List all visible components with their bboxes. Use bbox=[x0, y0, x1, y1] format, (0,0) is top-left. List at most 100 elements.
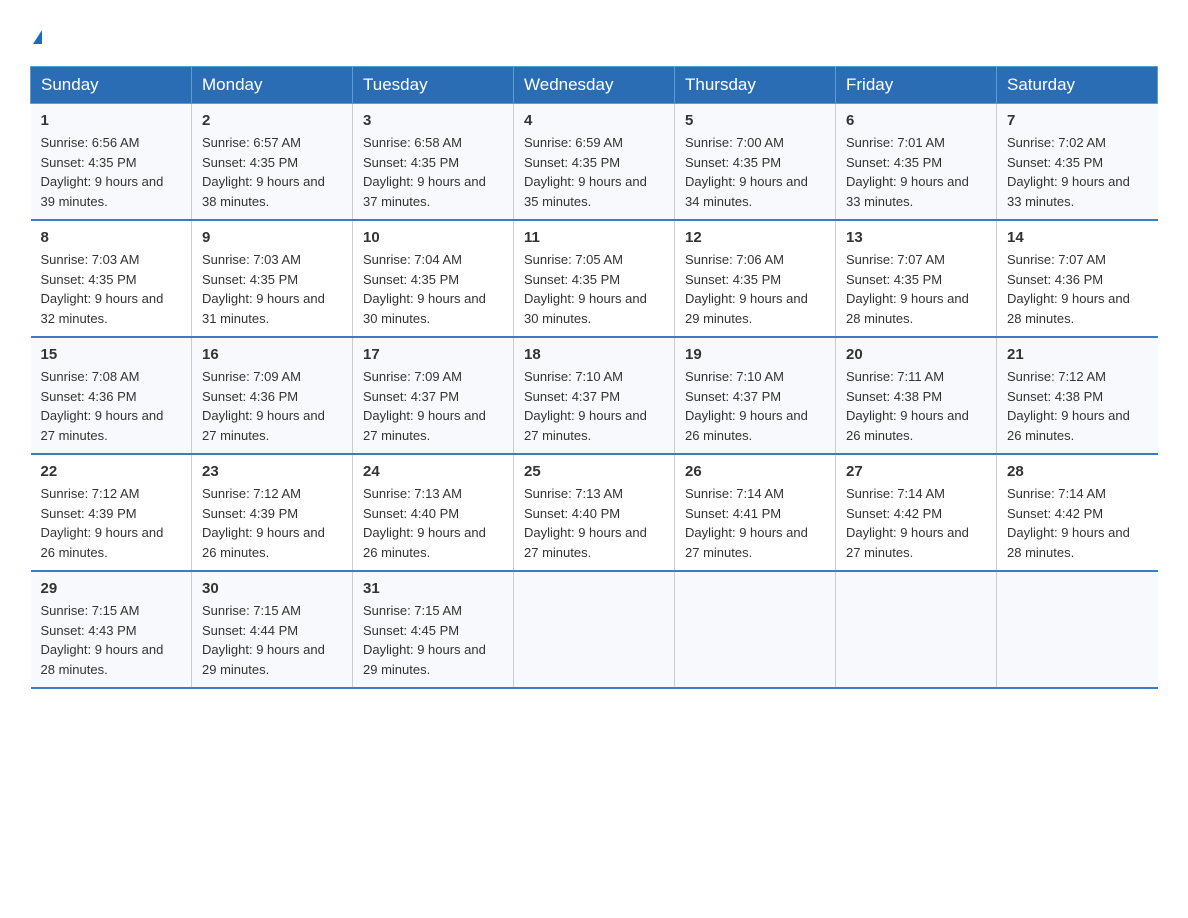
calendar-cell: 24 Sunrise: 7:13 AM Sunset: 4:40 PM Dayl… bbox=[353, 454, 514, 571]
day-info: Sunrise: 7:11 AM Sunset: 4:38 PM Dayligh… bbox=[846, 367, 986, 445]
day-number: 19 bbox=[685, 346, 825, 363]
header-monday: Monday bbox=[192, 67, 353, 104]
day-info: Sunrise: 7:02 AM Sunset: 4:35 PM Dayligh… bbox=[1007, 133, 1148, 211]
header-friday: Friday bbox=[836, 67, 997, 104]
day-info: Sunrise: 7:07 AM Sunset: 4:35 PM Dayligh… bbox=[846, 250, 986, 328]
day-info: Sunrise: 7:15 AM Sunset: 4:44 PM Dayligh… bbox=[202, 601, 342, 679]
calendar-cell: 23 Sunrise: 7:12 AM Sunset: 4:39 PM Dayl… bbox=[192, 454, 353, 571]
calendar-cell bbox=[675, 571, 836, 688]
calendar-cell: 3 Sunrise: 6:58 AM Sunset: 4:35 PM Dayli… bbox=[353, 104, 514, 221]
day-number: 8 bbox=[41, 229, 182, 246]
calendar-cell: 9 Sunrise: 7:03 AM Sunset: 4:35 PM Dayli… bbox=[192, 220, 353, 337]
day-info: Sunrise: 7:13 AM Sunset: 4:40 PM Dayligh… bbox=[363, 484, 503, 562]
calendar-cell: 5 Sunrise: 7:00 AM Sunset: 4:35 PM Dayli… bbox=[675, 104, 836, 221]
day-info: Sunrise: 7:10 AM Sunset: 4:37 PM Dayligh… bbox=[685, 367, 825, 445]
day-number: 6 bbox=[846, 112, 986, 129]
day-number: 21 bbox=[1007, 346, 1148, 363]
calendar-cell bbox=[514, 571, 675, 688]
calendar-cell: 10 Sunrise: 7:04 AM Sunset: 4:35 PM Dayl… bbox=[353, 220, 514, 337]
calendar-cell: 1 Sunrise: 6:56 AM Sunset: 4:35 PM Dayli… bbox=[31, 104, 192, 221]
week-row-3: 15 Sunrise: 7:08 AM Sunset: 4:36 PM Dayl… bbox=[31, 337, 1158, 454]
calendar-cell: 28 Sunrise: 7:14 AM Sunset: 4:42 PM Dayl… bbox=[997, 454, 1158, 571]
calendar-cell: 18 Sunrise: 7:10 AM Sunset: 4:37 PM Dayl… bbox=[514, 337, 675, 454]
day-number: 12 bbox=[685, 229, 825, 246]
logo bbox=[30, 20, 42, 48]
day-number: 20 bbox=[846, 346, 986, 363]
week-row-1: 1 Sunrise: 6:56 AM Sunset: 4:35 PM Dayli… bbox=[31, 104, 1158, 221]
calendar-cell: 16 Sunrise: 7:09 AM Sunset: 4:36 PM Dayl… bbox=[192, 337, 353, 454]
day-number: 27 bbox=[846, 463, 986, 480]
header-wednesday: Wednesday bbox=[514, 67, 675, 104]
day-number: 1 bbox=[41, 112, 182, 129]
logo-triangle-icon bbox=[33, 30, 42, 44]
day-number: 18 bbox=[524, 346, 664, 363]
day-info: Sunrise: 6:59 AM Sunset: 4:35 PM Dayligh… bbox=[524, 133, 664, 211]
day-number: 25 bbox=[524, 463, 664, 480]
day-info: Sunrise: 7:08 AM Sunset: 4:36 PM Dayligh… bbox=[41, 367, 182, 445]
day-number: 30 bbox=[202, 580, 342, 597]
day-info: Sunrise: 7:00 AM Sunset: 4:35 PM Dayligh… bbox=[685, 133, 825, 211]
day-info: Sunrise: 7:15 AM Sunset: 4:45 PM Dayligh… bbox=[363, 601, 503, 679]
calendar-cell: 15 Sunrise: 7:08 AM Sunset: 4:36 PM Dayl… bbox=[31, 337, 192, 454]
header-tuesday: Tuesday bbox=[353, 67, 514, 104]
day-number: 3 bbox=[363, 112, 503, 129]
calendar-cell: 8 Sunrise: 7:03 AM Sunset: 4:35 PM Dayli… bbox=[31, 220, 192, 337]
day-info: Sunrise: 7:12 AM Sunset: 4:39 PM Dayligh… bbox=[202, 484, 342, 562]
day-info: Sunrise: 7:14 AM Sunset: 4:41 PM Dayligh… bbox=[685, 484, 825, 562]
calendar-cell bbox=[836, 571, 997, 688]
day-number: 24 bbox=[363, 463, 503, 480]
calendar-cell: 2 Sunrise: 6:57 AM Sunset: 4:35 PM Dayli… bbox=[192, 104, 353, 221]
calendar-table: SundayMondayTuesdayWednesdayThursdayFrid… bbox=[30, 66, 1158, 689]
day-info: Sunrise: 6:57 AM Sunset: 4:35 PM Dayligh… bbox=[202, 133, 342, 211]
day-number: 5 bbox=[685, 112, 825, 129]
calendar-cell: 6 Sunrise: 7:01 AM Sunset: 4:35 PM Dayli… bbox=[836, 104, 997, 221]
calendar-cell: 22 Sunrise: 7:12 AM Sunset: 4:39 PM Dayl… bbox=[31, 454, 192, 571]
day-number: 9 bbox=[202, 229, 342, 246]
day-info: Sunrise: 7:12 AM Sunset: 4:38 PM Dayligh… bbox=[1007, 367, 1148, 445]
day-info: Sunrise: 7:01 AM Sunset: 4:35 PM Dayligh… bbox=[846, 133, 986, 211]
day-info: Sunrise: 6:56 AM Sunset: 4:35 PM Dayligh… bbox=[41, 133, 182, 211]
day-number: 28 bbox=[1007, 463, 1148, 480]
day-info: Sunrise: 7:15 AM Sunset: 4:43 PM Dayligh… bbox=[41, 601, 182, 679]
calendar-cell: 17 Sunrise: 7:09 AM Sunset: 4:37 PM Dayl… bbox=[353, 337, 514, 454]
day-number: 4 bbox=[524, 112, 664, 129]
day-info: Sunrise: 7:06 AM Sunset: 4:35 PM Dayligh… bbox=[685, 250, 825, 328]
day-info: Sunrise: 7:03 AM Sunset: 4:35 PM Dayligh… bbox=[41, 250, 182, 328]
day-number: 11 bbox=[524, 229, 664, 246]
calendar-cell: 30 Sunrise: 7:15 AM Sunset: 4:44 PM Dayl… bbox=[192, 571, 353, 688]
day-number: 10 bbox=[363, 229, 503, 246]
calendar-cell: 14 Sunrise: 7:07 AM Sunset: 4:36 PM Dayl… bbox=[997, 220, 1158, 337]
day-number: 14 bbox=[1007, 229, 1148, 246]
day-number: 26 bbox=[685, 463, 825, 480]
calendar-cell: 21 Sunrise: 7:12 AM Sunset: 4:38 PM Dayl… bbox=[997, 337, 1158, 454]
day-info: Sunrise: 7:05 AM Sunset: 4:35 PM Dayligh… bbox=[524, 250, 664, 328]
calendar-header-row: SundayMondayTuesdayWednesdayThursdayFrid… bbox=[31, 67, 1158, 104]
day-info: Sunrise: 7:04 AM Sunset: 4:35 PM Dayligh… bbox=[363, 250, 503, 328]
day-number: 23 bbox=[202, 463, 342, 480]
day-info: Sunrise: 7:12 AM Sunset: 4:39 PM Dayligh… bbox=[41, 484, 182, 562]
day-info: Sunrise: 6:58 AM Sunset: 4:35 PM Dayligh… bbox=[363, 133, 503, 211]
calendar-cell: 31 Sunrise: 7:15 AM Sunset: 4:45 PM Dayl… bbox=[353, 571, 514, 688]
header-thursday: Thursday bbox=[675, 67, 836, 104]
week-row-2: 8 Sunrise: 7:03 AM Sunset: 4:35 PM Dayli… bbox=[31, 220, 1158, 337]
day-info: Sunrise: 7:14 AM Sunset: 4:42 PM Dayligh… bbox=[846, 484, 986, 562]
day-number: 2 bbox=[202, 112, 342, 129]
day-number: 7 bbox=[1007, 112, 1148, 129]
day-info: Sunrise: 7:14 AM Sunset: 4:42 PM Dayligh… bbox=[1007, 484, 1148, 562]
calendar-cell: 4 Sunrise: 6:59 AM Sunset: 4:35 PM Dayli… bbox=[514, 104, 675, 221]
calendar-cell bbox=[997, 571, 1158, 688]
day-info: Sunrise: 7:09 AM Sunset: 4:37 PM Dayligh… bbox=[363, 367, 503, 445]
day-number: 22 bbox=[41, 463, 182, 480]
day-number: 29 bbox=[41, 580, 182, 597]
page-header bbox=[30, 20, 1158, 48]
day-number: 16 bbox=[202, 346, 342, 363]
day-info: Sunrise: 7:07 AM Sunset: 4:36 PM Dayligh… bbox=[1007, 250, 1148, 328]
calendar-cell: 27 Sunrise: 7:14 AM Sunset: 4:42 PM Dayl… bbox=[836, 454, 997, 571]
calendar-cell: 25 Sunrise: 7:13 AM Sunset: 4:40 PM Dayl… bbox=[514, 454, 675, 571]
calendar-cell: 12 Sunrise: 7:06 AM Sunset: 4:35 PM Dayl… bbox=[675, 220, 836, 337]
calendar-cell: 29 Sunrise: 7:15 AM Sunset: 4:43 PM Dayl… bbox=[31, 571, 192, 688]
calendar-cell: 26 Sunrise: 7:14 AM Sunset: 4:41 PM Dayl… bbox=[675, 454, 836, 571]
day-number: 15 bbox=[41, 346, 182, 363]
header-saturday: Saturday bbox=[997, 67, 1158, 104]
week-row-4: 22 Sunrise: 7:12 AM Sunset: 4:39 PM Dayl… bbox=[31, 454, 1158, 571]
